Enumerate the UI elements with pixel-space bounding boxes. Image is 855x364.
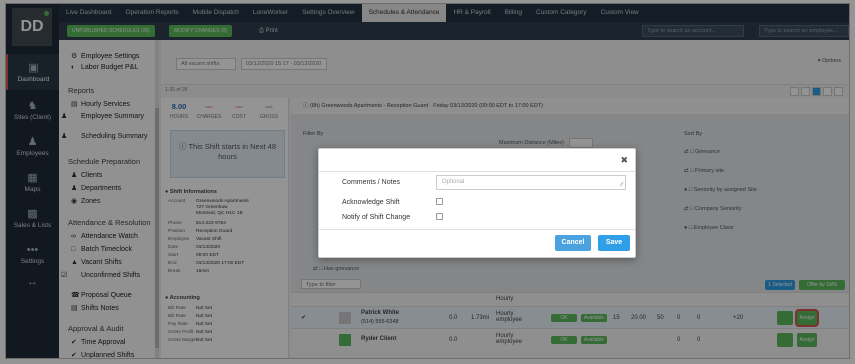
modal-divider xyxy=(319,171,635,172)
notify-label: Notify of Shift Change xyxy=(342,214,411,221)
cancel-button[interactable]: Cancel xyxy=(555,235,591,251)
modal-footer-divider xyxy=(319,229,635,230)
acknowledge-label: Acknowledge Shift xyxy=(342,199,400,206)
save-button[interactable]: Save xyxy=(598,235,630,251)
comments-placeholder: Optional xyxy=(442,179,465,185)
acknowledge-checkbox[interactable] xyxy=(436,198,443,205)
resize-grip-icon[interactable]: ∕∕ xyxy=(621,182,623,188)
comments-label: Comments / Notes xyxy=(342,179,400,186)
close-icon[interactable]: ✖ xyxy=(620,155,628,166)
assign-shift-dialog: ✖ Comments / Notes Optional ∕∕ Acknowled… xyxy=(318,148,636,258)
notify-checkbox[interactable] xyxy=(436,213,443,220)
comments-textarea[interactable]: Optional ∕∕ xyxy=(436,175,626,190)
